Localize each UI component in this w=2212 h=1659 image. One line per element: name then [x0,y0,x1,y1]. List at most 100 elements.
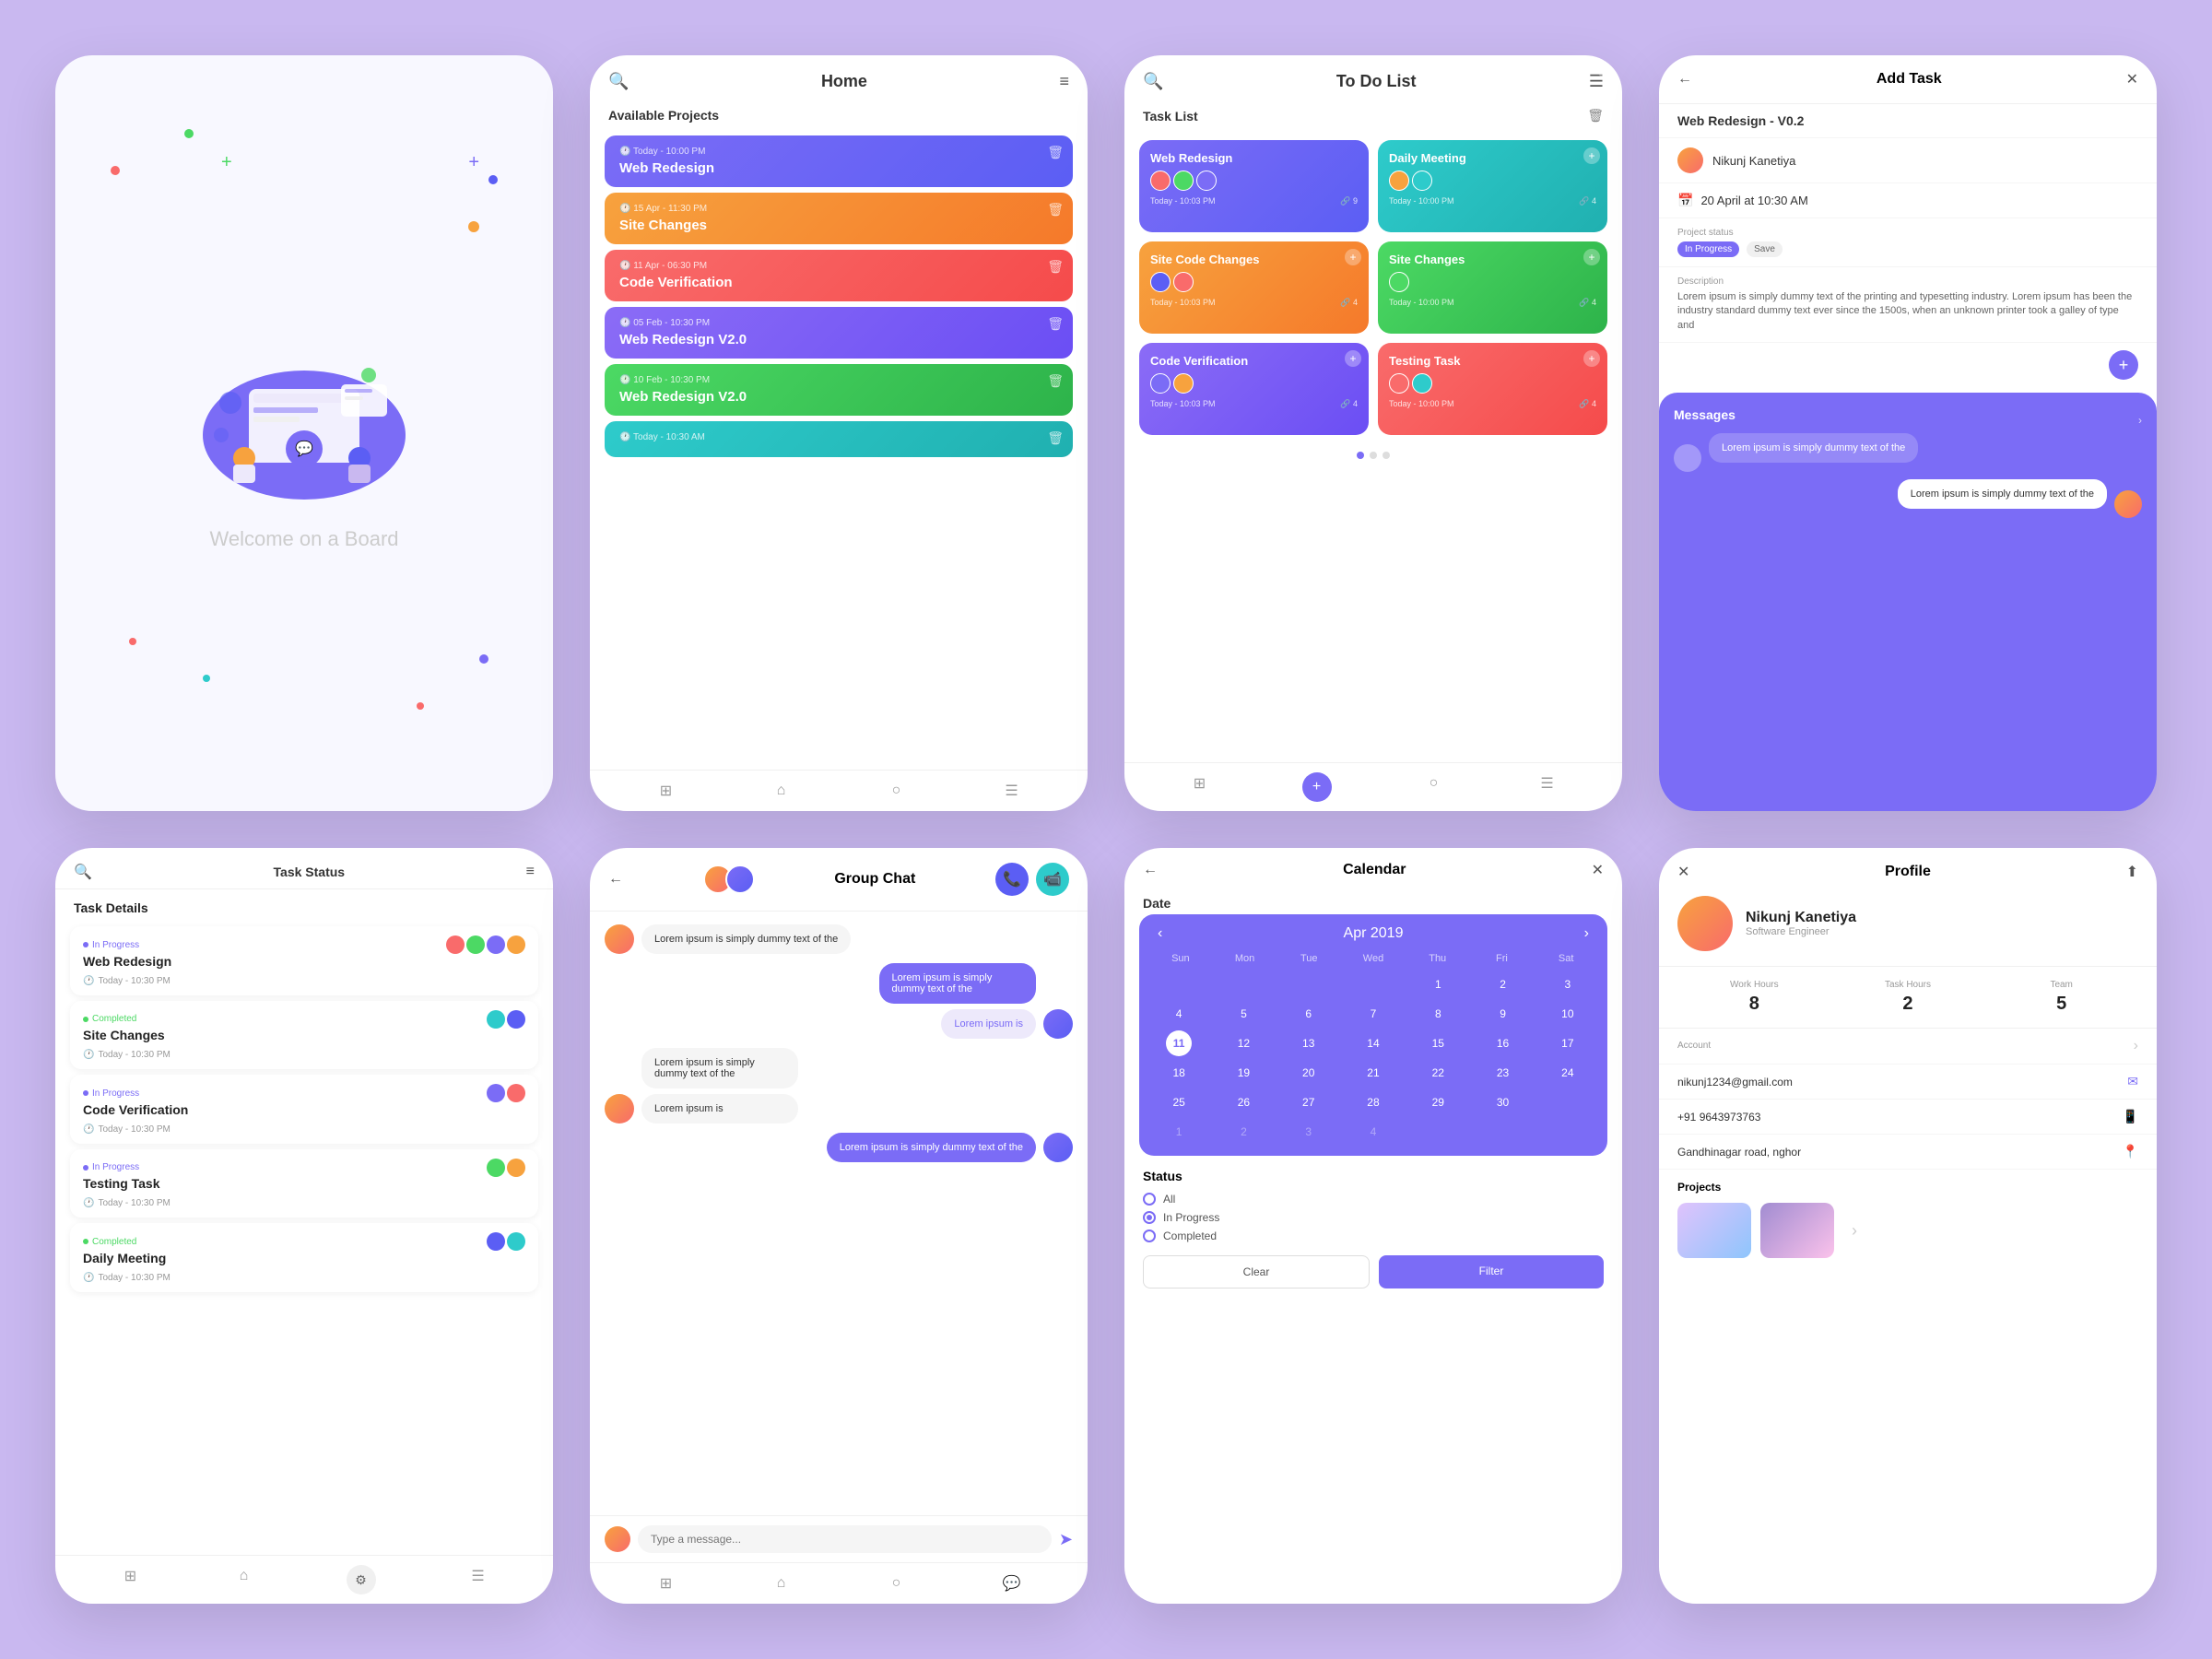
cal-cell-14[interactable]: 14 [1360,1030,1386,1056]
delete-icon-1[interactable]: 🗑 [1047,145,1064,160]
search-icon-ts[interactable]: 🔍 [74,863,92,881]
add-btn-2[interactable]: + [1583,147,1600,164]
nav-grid-chat[interactable]: ⊞ [655,1572,677,1594]
cal-cell-23[interactable]: 23 [1490,1060,1516,1086]
cal-cell-9[interactable]: 9 [1490,1001,1516,1027]
cal-cell-26[interactable]: 26 [1230,1089,1256,1115]
cal-cell-13[interactable]: 13 [1296,1030,1322,1056]
nav-grid[interactable]: ⊞ [655,780,677,802]
prev-month-btn[interactable]: ‹ [1158,925,1162,942]
task-card-1[interactable]: Web Redesign Today - 10:03 PM🔗 9 + [1139,140,1369,232]
chevron-right-account[interactable]: › [2134,1038,2138,1054]
nav-menu[interactable]: ☰ [1001,780,1023,802]
close-icon-cal[interactable]: ✕ [1592,861,1604,879]
add-btn-3[interactable]: + [1345,249,1361,265]
cal-cell-1[interactable]: 1 [1425,971,1451,997]
cal-cell-19[interactable]: 19 [1230,1060,1256,1086]
search-icon-todo[interactable]: 🔍 [1143,72,1163,91]
video-btn[interactable]: 📹 [1036,863,1069,896]
project-card-4[interactable]: 🕐 05 Feb - 10:30 PM Web Redesign V2.0 🗑 [605,307,1073,359]
cal-cell-30[interactable]: 30 [1490,1089,1516,1115]
cal-cell-15[interactable]: 15 [1425,1030,1451,1056]
cal-cell-29[interactable]: 29 [1425,1089,1451,1115]
cal-cell-16[interactable]: 16 [1490,1030,1516,1056]
cal-cell-27[interactable]: 27 [1296,1089,1322,1115]
cal-cell[interactable] [1230,971,1256,997]
delete-icon-6[interactable]: 🗑 [1047,430,1064,446]
share-icon-profile[interactable]: ⬆ [2126,863,2138,881]
cal-cell-17[interactable]: 17 [1555,1030,1581,1056]
chat-input[interactable] [638,1525,1052,1553]
call-btn[interactable]: 📞 [995,863,1029,896]
messages-more[interactable]: › [2138,414,2142,427]
nav-home[interactable]: ⌂ [771,780,793,802]
add-btn-5[interactable]: + [1345,350,1361,367]
nav-settings-ts[interactable]: ⚙ [347,1565,376,1594]
cal-cell-next-1[interactable]: 1 [1166,1119,1192,1145]
project-card-6[interactable]: 🕐 Today - 10:30 AM 🗑 [605,421,1073,457]
cal-cell-6[interactable]: 6 [1296,1001,1322,1027]
send-icon[interactable]: ➤ [1059,1530,1073,1549]
project-thumb-1[interactable] [1677,1203,1751,1258]
next-month-btn[interactable]: › [1584,925,1589,942]
project-card-3[interactable]: 🕐 11 Apr - 06:30 PM Code Verification 🗑 [605,250,1073,301]
add-btn-4[interactable]: + [1583,249,1600,265]
cal-cell-25[interactable]: 25 [1166,1089,1192,1115]
project-card-5[interactable]: 🕐 10 Feb - 10:30 PM Web Redesign V2.0 🗑 [605,364,1073,416]
cal-cell-4[interactable]: 4 [1166,1001,1192,1027]
nav-add[interactable]: + [1302,772,1332,802]
cal-cell-21[interactable]: 21 [1360,1060,1386,1086]
add-fab[interactable]: + [2109,350,2138,380]
close-icon[interactable]: ✕ [2126,70,2138,88]
cal-cell-7[interactable]: 7 [1360,1001,1386,1027]
back-icon[interactable]: ← [1677,71,1692,88]
cal-cell-2[interactable]: 2 [1490,971,1516,997]
task-card-3[interactable]: Site Code Changes Today - 10:03 PM🔗 4 + [1139,241,1369,334]
task-card-2[interactable]: Daily Meeting Today - 10:00 PM🔗 4 + [1378,140,1607,232]
delete-icon-5[interactable]: 🗑 [1047,373,1064,389]
nav-grid-todo[interactable]: ⊞ [1189,772,1211,794]
project-thumb-2[interactable] [1760,1203,1834,1258]
cal-cell[interactable] [1360,971,1386,997]
status-item-3[interactable]: In Progress Code Verification 🕐 Today - … [70,1075,538,1144]
clear-btn[interactable]: Clear [1143,1255,1370,1288]
close-icon-profile[interactable]: ✕ [1677,863,1689,881]
nav-circle[interactable]: ○ [886,780,908,802]
delete-icon-4[interactable]: 🗑 [1047,316,1064,332]
cal-cell-3[interactable]: 3 [1555,971,1581,997]
status-item-4[interactable]: In Progress Testing Task 🕐 Today - 10:30… [70,1149,538,1218]
nav-chat-icon[interactable]: 💬 [1001,1572,1023,1594]
cal-cell-5[interactable]: 5 [1230,1001,1256,1027]
status-save-badge[interactable]: Save [1747,241,1783,257]
cal-cell-8[interactable]: 8 [1425,1001,1451,1027]
nav-circle-chat[interactable]: ○ [886,1572,908,1594]
more-projects[interactable]: › [1843,1203,1865,1258]
cal-cell-18[interactable]: 18 [1166,1060,1192,1086]
add-btn-6[interactable]: + [1583,350,1600,367]
delete-icon-3[interactable]: 🗑 [1047,259,1064,275]
cal-cell-next-3[interactable]: 3 [1296,1119,1322,1145]
cal-cell-28[interactable]: 28 [1360,1089,1386,1115]
nav-home-ts[interactable]: ⌂ [233,1565,255,1587]
nav-circle-todo[interactable]: ○ [1423,772,1445,794]
task-card-6[interactable]: Testing Task Today - 10:00 PM🔗 4 + [1378,343,1607,435]
cal-cell-10[interactable]: 10 [1555,1001,1581,1027]
cal-cell-next-4[interactable]: 4 [1360,1119,1386,1145]
filter-btn[interactable]: Filter [1379,1255,1604,1288]
status-inprogress-badge[interactable]: In Progress [1677,241,1739,257]
cal-cell[interactable] [1166,971,1192,997]
nav-menu-todo[interactable]: ☰ [1536,772,1559,794]
filter-icon-ts[interactable]: ≡ [526,864,535,880]
status-item-1[interactable]: In Progress Web Redesign 🕐 Today - 10:30… [70,926,538,995]
status-item-5[interactable]: Completed Daily Meeting 🕐 Today - 10:30 … [70,1223,538,1292]
cal-cell-next-2[interactable]: 2 [1230,1119,1256,1145]
search-icon[interactable]: 🔍 [608,72,629,91]
nav-grid-ts[interactable]: ⊞ [120,1565,142,1587]
project-card-2[interactable]: 🕐 15 Apr - 11:30 PM Site Changes 🗑 [605,193,1073,244]
project-card-1[interactable]: 🕐 Today - 10:00 PM Web Redesign 🗑 [605,135,1073,187]
cal-cell-22[interactable]: 22 [1425,1060,1451,1086]
cal-cell-20[interactable]: 20 [1296,1060,1322,1086]
cal-cell-24[interactable]: 24 [1555,1060,1581,1086]
nav-menu-ts[interactable]: ☰ [467,1565,489,1587]
radio-inprogress[interactable]: In Progress [1143,1211,1604,1224]
